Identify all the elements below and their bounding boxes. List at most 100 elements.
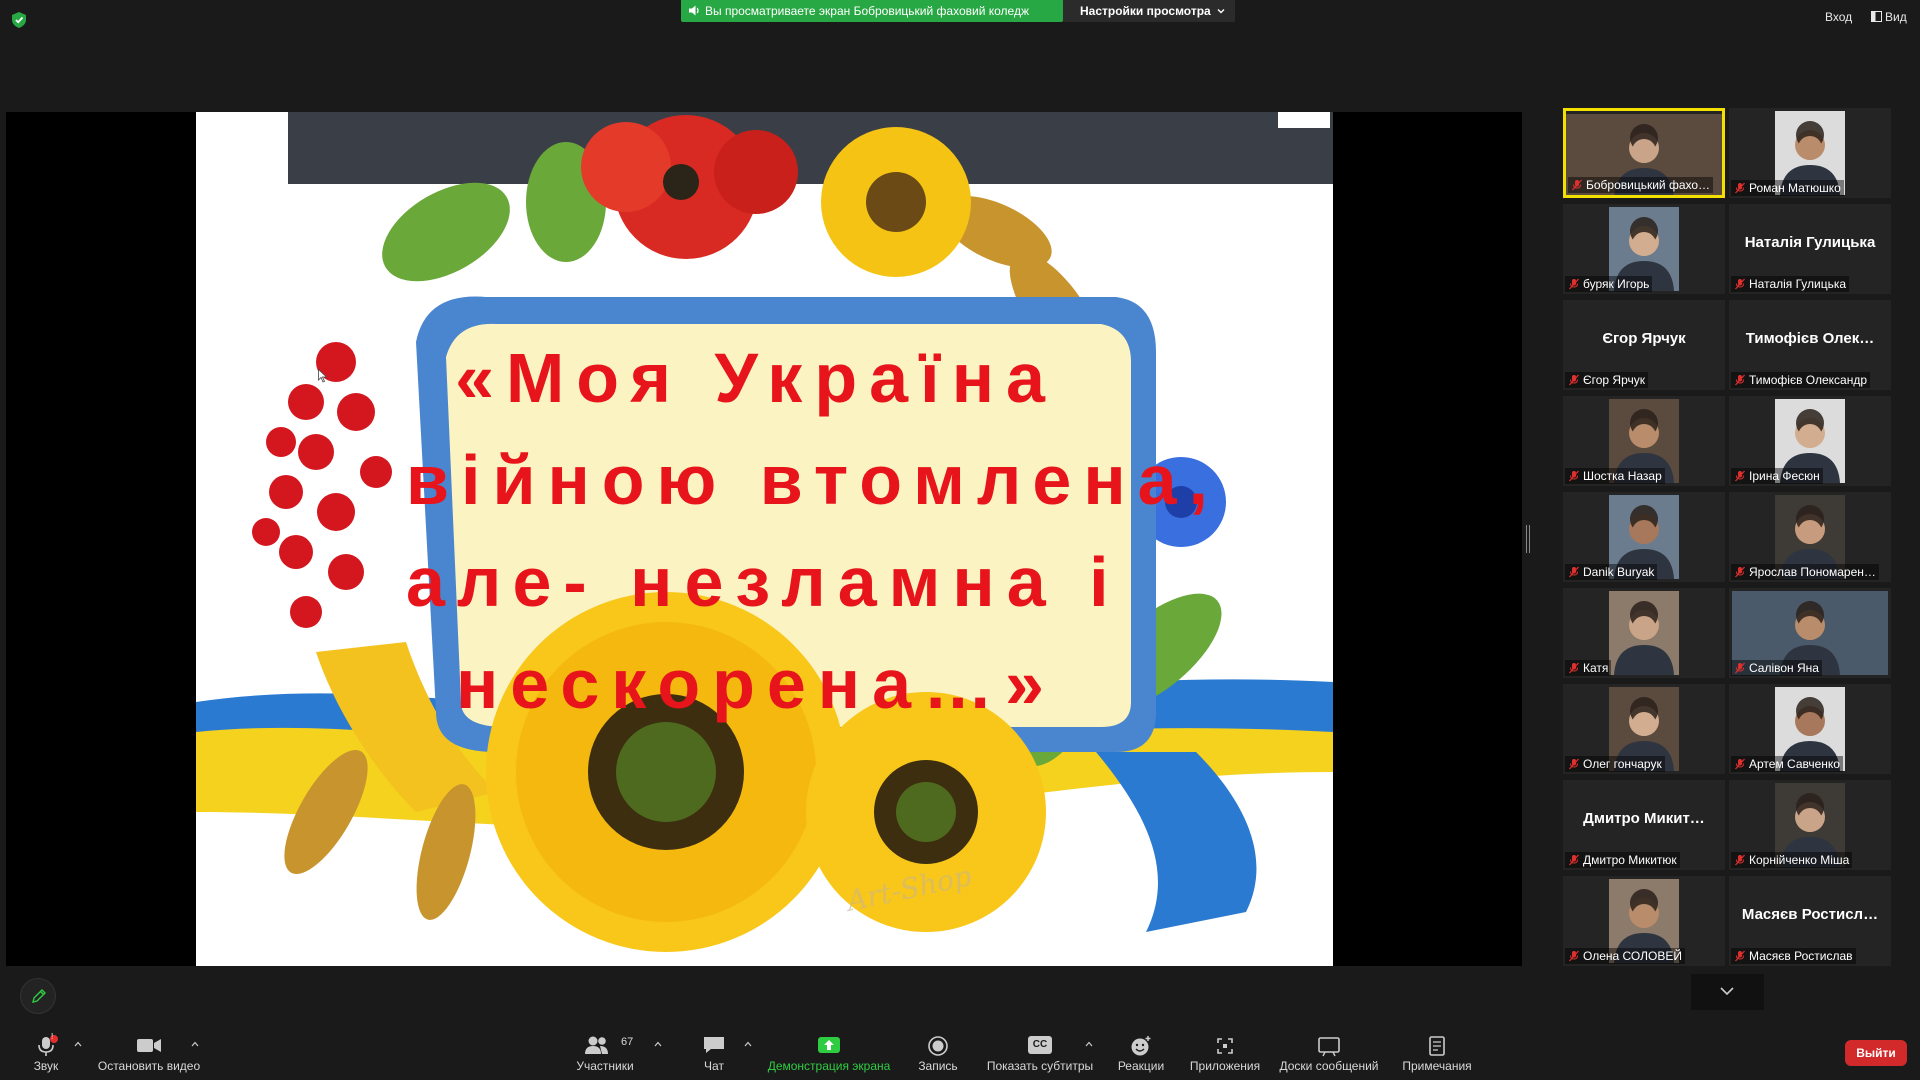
participant-tile[interactable]: Артем Савченко <box>1729 684 1891 774</box>
participant-name-label: Катя <box>1565 660 1612 676</box>
video-camera-icon <box>137 1039 161 1052</box>
slide-corner-patch <box>1278 112 1330 128</box>
shield-icon[interactable] <box>12 12 26 28</box>
reactions-label: Реакции <box>1117 1059 1165 1073</box>
slide-line-1: «Моя Україна <box>455 339 1057 417</box>
participant-name: Danik Buryak <box>1583 565 1655 579</box>
audio-button[interactable]: ! Звук <box>22 1032 70 1076</box>
gallery-scroll-down-button[interactable] <box>1691 974 1764 1010</box>
participant-name: Катя <box>1583 661 1609 675</box>
participant-name-label: Тимофієв Олександр <box>1731 372 1871 388</box>
participant-name: Салівон Яна <box>1749 661 1819 675</box>
chat-label: Чат <box>704 1059 724 1073</box>
whiteboards-button[interactable]: Доски сообщений <box>1276 1032 1382 1076</box>
participants-button[interactable]: 67 Участники <box>570 1032 640 1076</box>
slide-line-4: нескорена…» <box>456 645 1056 723</box>
participant-tile[interactable]: Дмитро Микит… Дмитро Микитюк <box>1563 780 1725 870</box>
pencil-icon <box>32 989 46 1003</box>
microphone-muted-icon <box>1735 470 1745 482</box>
participant-tile[interactable]: Катя <box>1563 588 1725 678</box>
participant-name-label: Артем Савченко <box>1731 756 1843 772</box>
microphone-muted-icon <box>1735 182 1745 194</box>
participant-tile[interactable]: Масяєв Ростисл… Масяєв Ростислав <box>1729 876 1891 966</box>
chat-button[interactable]: Чат <box>694 1032 734 1076</box>
apps-button[interactable]: Приложения <box>1186 1032 1264 1076</box>
participant-display-name: Наталія Гулицька <box>1744 234 1876 251</box>
participant-name: Шостка Назар <box>1583 469 1662 483</box>
participant-tile[interactable]: Тимофієв Олек… Тимофієв Олександр <box>1729 300 1891 390</box>
enter-fullscreen-button[interactable]: Вход <box>1825 10 1852 24</box>
participant-tile[interactable]: Наталія Гулицька Наталія Гулицька <box>1729 204 1891 294</box>
leave-meeting-button[interactable]: Выйти <box>1845 1040 1907 1066</box>
mouse-cursor-icon <box>318 369 328 383</box>
notes-button[interactable]: Примечания <box>1400 1032 1474 1076</box>
participant-name-label: Ярослав Пономарен… <box>1731 564 1879 580</box>
microphone-muted-icon <box>1569 854 1579 866</box>
participant-tile[interactable]: Шостка Назар <box>1563 396 1725 486</box>
participant-tile[interactable]: Єгор Ярчук Єгор Ярчук <box>1563 300 1725 390</box>
sharing-banner-text: Вы просматриваете экран Бобровицький фах… <box>705 4 1029 18</box>
participant-name-label: Єгор Ярчук <box>1565 372 1648 388</box>
slide-quote-text: «Моя Україна війною втомлена, але- незла… <box>406 327 1208 735</box>
audio-warning-badge: ! <box>51 1032 54 1041</box>
record-icon <box>928 1036 948 1056</box>
participant-display-name: Єгор Ярчук <box>1602 330 1686 347</box>
microphone-muted-icon <box>1569 566 1579 578</box>
participant-name: Олег гончарук <box>1583 757 1662 771</box>
ribbon-tail-right <box>1096 752 1257 932</box>
chevron-down-icon <box>1217 9 1225 14</box>
participant-tile[interactable]: Корнійченко Міша <box>1729 780 1891 870</box>
share-screen-label: Демонстрация экрана <box>767 1059 891 1073</box>
participant-tile[interactable]: Роман Матюшко <box>1729 108 1891 198</box>
view-button[interactable]: Вид <box>1871 10 1907 24</box>
view-options-dropdown[interactable]: Настройки просмотра <box>1063 0 1235 22</box>
record-button[interactable]: Запись <box>912 1032 964 1076</box>
participant-name-label: Роман Матюшко <box>1731 180 1844 196</box>
participant-name-label: Олена СОЛОВЕЙ <box>1565 948 1685 964</box>
participant-display-name: Масяєв Ростисл… <box>1741 906 1879 923</box>
view-label: Вид <box>1885 10 1907 24</box>
participant-tile[interactable]: Danik Buryak <box>1563 492 1725 582</box>
participant-tile[interactable]: Салівон Яна <box>1729 588 1891 678</box>
microphone-muted-icon <box>1569 950 1579 962</box>
participant-tile[interactable]: Бобровицький фахо… <box>1563 108 1725 198</box>
participants-icon <box>585 1036 608 1054</box>
participant-tile[interactable]: Ірина Фесюн <box>1729 396 1891 486</box>
participant-name-label: Корнійченко Міша <box>1731 852 1853 868</box>
top-bar: Вы просматриваете экран Бобровицький фах… <box>0 0 1920 28</box>
presentation-slide: «Моя Україна війною втомлена, але- незла… <box>196 112 1333 966</box>
microphone-muted-icon <box>38 1035 58 1056</box>
meeting-toolbar: ! Звук Остановить видео 67 Участники Чат <box>0 1024 1920 1080</box>
notes-label: Примечания <box>1402 1059 1472 1073</box>
microphone-muted-icon <box>1569 662 1579 674</box>
participant-tile[interactable]: Ярослав Пономарен… <box>1729 492 1891 582</box>
shared-screen[interactable]: «Моя Україна війною втомлена, але- незла… <box>6 112 1522 966</box>
participant-tile[interactable]: буряк Игорь <box>1563 204 1725 294</box>
participant-name-label: Бобровицький фахо… <box>1568 177 1714 193</box>
share-screen-icon <box>818 1037 840 1053</box>
gallery-resize-handle[interactable] <box>1526 525 1530 553</box>
participant-name-label: буряк Игорь <box>1565 276 1653 292</box>
participant-name-label: Масяєв Ростислав <box>1731 948 1856 964</box>
participant-tile[interactable]: Олена СОЛОВЕЙ <box>1563 876 1725 966</box>
audio-label: Звук <box>33 1059 59 1073</box>
apps-icon <box>1217 1038 1233 1054</box>
stop-video-button[interactable]: Остановить видео <box>92 1032 206 1076</box>
participant-name-label: Наталія Гулицька <box>1731 276 1850 292</box>
captions-button[interactable]: CC Показать субтитры <box>986 1032 1094 1076</box>
video-options-caret-icon[interactable] <box>191 1041 199 1047</box>
share-screen-button[interactable]: Демонстрация экрана <box>766 1032 892 1076</box>
audio-options-caret-icon[interactable] <box>74 1041 82 1047</box>
participant-name: Бобровицький фахо… <box>1586 178 1711 192</box>
smiley-plus-icon <box>1131 1036 1151 1056</box>
participant-display-name: Тимофієв Олек… <box>1745 330 1875 347</box>
participant-name: Олена СОЛОВЕЙ <box>1583 949 1682 963</box>
reactions-button[interactable]: Реакции <box>1114 1032 1168 1076</box>
participant-name: Роман Матюшко <box>1749 181 1841 195</box>
participants-options-caret-icon[interactable] <box>654 1041 662 1047</box>
participant-tile[interactable]: Олег гончарук <box>1563 684 1725 774</box>
participant-name: Дмитро Микитюк <box>1583 853 1677 867</box>
annotate-button[interactable] <box>20 978 56 1014</box>
captions-options-caret-icon[interactable] <box>1085 1041 1093 1047</box>
chat-options-caret-icon[interactable] <box>744 1041 752 1047</box>
